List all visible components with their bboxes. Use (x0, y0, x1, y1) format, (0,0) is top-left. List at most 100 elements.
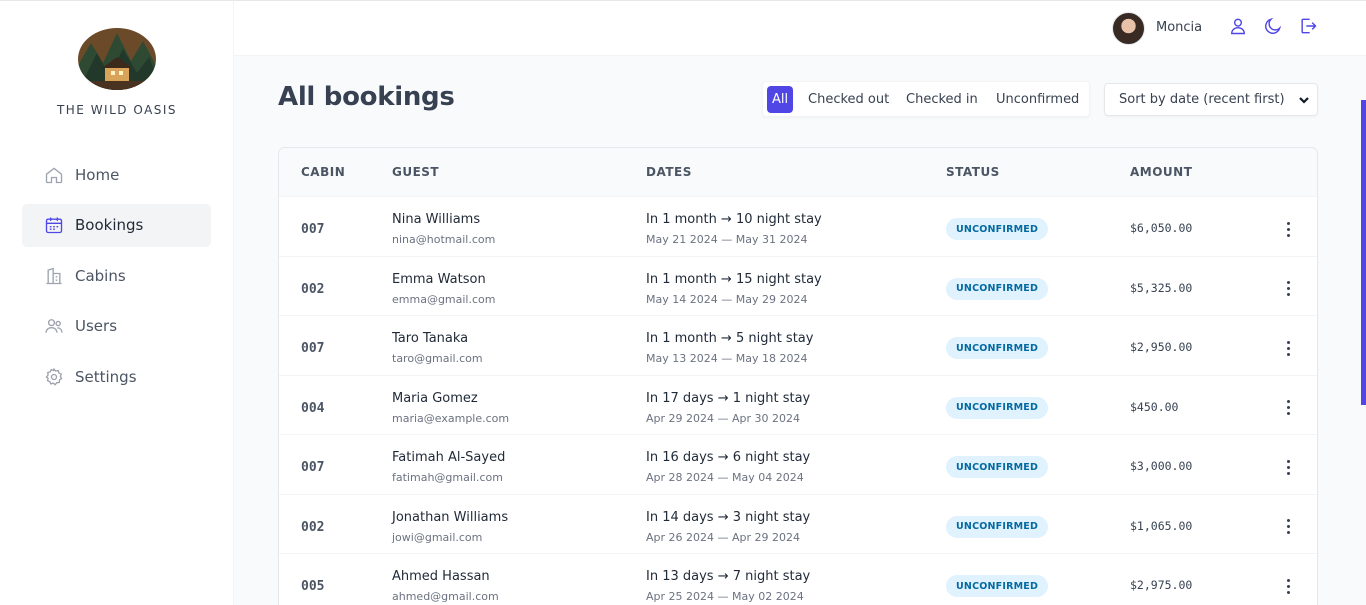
guest-name: Nina Williams (392, 212, 481, 227)
sort-select[interactable]: Sort by date (recent first) (1104, 83, 1318, 116)
kebab-menu-icon (1286, 340, 1290, 344)
status-badge: UNCONFIRMED (946, 337, 1049, 359)
row-menu-button[interactable] (1279, 398, 1297, 418)
stay-summary: In 13 days → 7 night stay (646, 569, 811, 584)
filter-checked-in-button[interactable]: Checked in (901, 86, 983, 113)
table-row: 007 Nina Williams nina@hotmail.com In 1 … (279, 197, 1317, 257)
booking-amount: $450.00 (1130, 399, 1179, 414)
filter-unconfirmed-button[interactable]: Unconfirmed (991, 86, 1084, 113)
table-row: 002 Jonathan Williams jowi@gmail.com In … (279, 495, 1317, 554)
scrollbar[interactable] (1361, 100, 1366, 405)
guest-name: Maria Gomez (392, 390, 478, 406)
status-badge: UNCONFIRMED (946, 396, 1049, 419)
guest-name: Emma Watson (392, 271, 486, 287)
user-icon (1228, 16, 1248, 40)
row-menu-button[interactable] (1279, 219, 1297, 239)
date-range: Apr 29 2024 — Apr 30 2024 (646, 411, 801, 425)
kebab-menu-icon (1286, 281, 1290, 284)
guest-email: fatimah@gmail.com (392, 471, 503, 484)
cabin-number: 007 (301, 460, 325, 475)
bookings-table: CABIN GUEST DATES STATUS AMOUNT 007 Nina… (278, 147, 1318, 605)
cabin-number: 002 (301, 519, 325, 535)
status-badge: UNCONFIRMED (946, 218, 1049, 240)
booking-amount: $1,065.00 (1130, 518, 1193, 533)
kebab-menu-icon (1286, 221, 1290, 225)
chevron-down-icon (1298, 94, 1310, 106)
date-range: May 14 2024 — May 29 2024 (646, 292, 808, 306)
guest-name: Ahmed Hassan (392, 569, 490, 584)
column-header-dates: DATES (646, 165, 692, 179)
sidebar-item-label: Cabins (75, 266, 126, 285)
sidebar-item-bookings[interactable]: Bookings (22, 203, 211, 247)
cabin-number: 007 (301, 341, 325, 356)
date-range: Apr 25 2024 — May 02 2024 (646, 590, 804, 603)
logout-button[interactable] (1297, 17, 1319, 39)
column-header-guest: GUEST (392, 165, 440, 179)
guest-email: jowi@gmail.com (392, 530, 483, 544)
sidebar-item-users[interactable]: Users (22, 305, 211, 348)
guest-name: Taro Tanaka (392, 331, 469, 346)
users-icon (44, 316, 64, 336)
guest-email: emma@gmail.com (392, 292, 496, 306)
filter-checked-out-button[interactable]: Checked out (803, 86, 894, 113)
guest-email: ahmed@gmail.com (392, 590, 499, 603)
guest-name: Jonathan Williams (392, 509, 509, 525)
stay-summary: In 16 days → 6 night stay (646, 450, 811, 465)
table-row: 004 Maria Gomez maria@example.com In 17 … (279, 376, 1317, 435)
home-icon (44, 165, 64, 185)
brand-name: THE WILD OASIS (56, 103, 178, 117)
cabin-number: 005 (301, 579, 325, 594)
sidebar-item-label: Users (75, 317, 118, 335)
table-header: CABIN GUEST DATES STATUS AMOUNT (279, 148, 1317, 197)
cabin-number: 004 (301, 400, 325, 416)
dark-mode-toggle[interactable] (1262, 17, 1284, 39)
booking-amount: $6,050.00 (1130, 221, 1193, 235)
status-badge: UNCONFIRMED (946, 515, 1049, 538)
kebab-menu-icon (1286, 578, 1290, 582)
filter-all-button[interactable]: All (767, 86, 794, 113)
booking-amount: $2,975.00 (1130, 578, 1193, 592)
stay-summary: In 1 month → 15 night stay (646, 271, 822, 287)
booking-amount: $3,000.00 (1130, 459, 1193, 473)
cabin-number: 002 (301, 281, 325, 297)
sidebar-item-home[interactable]: Home (22, 153, 211, 196)
sidebar-item-label: Settings (75, 367, 137, 386)
column-header-amount: AMOUNT (1130, 165, 1193, 179)
account-button[interactable] (1227, 17, 1249, 39)
calendar-icon (44, 215, 64, 235)
guest-email: taro@gmail.com (392, 352, 483, 365)
row-menu-button[interactable] (1279, 457, 1297, 477)
stay-summary: In 1 month → 5 night stay (646, 331, 814, 346)
kebab-menu-icon (1286, 519, 1290, 522)
stay-summary: In 1 month → 10 night stay (646, 212, 822, 227)
main-nav: Home Bookings Cabins Users Settings (22, 153, 211, 406)
row-menu-button[interactable] (1279, 576, 1297, 596)
row-menu-button[interactable] (1279, 279, 1297, 299)
row-menu-button[interactable] (1279, 338, 1297, 358)
avatar[interactable] (1112, 12, 1145, 45)
page-title: All bookings (278, 82, 455, 112)
table-row: 007 Fatimah Al-Sayed fatimah@gmail.com I… (279, 435, 1317, 495)
sidebar-item-settings[interactable]: Settings (22, 355, 211, 398)
booking-status-filter: All Checked out Checked in Unconfirmed (762, 81, 1090, 117)
sidebar-item-label: Home (75, 165, 120, 184)
guest-name: Fatimah Al-Sayed (392, 450, 506, 465)
sidebar-item-cabins[interactable]: Cabins (22, 254, 211, 297)
status-badge: UNCONFIRMED (946, 456, 1049, 478)
row-menu-button[interactable] (1279, 517, 1297, 537)
table-row: 007 Taro Tanaka taro@gmail.com In 1 mont… (279, 316, 1317, 376)
kebab-menu-icon (1286, 459, 1290, 463)
cabin-number: 007 (301, 222, 325, 237)
top-header: Moncia (234, 0, 1366, 56)
kebab-menu-icon (1286, 400, 1290, 403)
column-header-status: STATUS (946, 165, 1000, 179)
status-badge: UNCONFIRMED (946, 277, 1049, 300)
date-range: May 13 2024 — May 18 2024 (646, 352, 808, 365)
date-range: Apr 28 2024 — May 04 2024 (646, 471, 804, 484)
sidebar-item-label: Bookings (75, 216, 144, 234)
building-icon (44, 266, 64, 286)
booking-amount: $2,950.00 (1130, 340, 1193, 354)
stay-summary: In 14 days → 3 night stay (646, 509, 811, 525)
gear-icon (44, 367, 64, 387)
user-name: Moncia (1156, 20, 1203, 35)
